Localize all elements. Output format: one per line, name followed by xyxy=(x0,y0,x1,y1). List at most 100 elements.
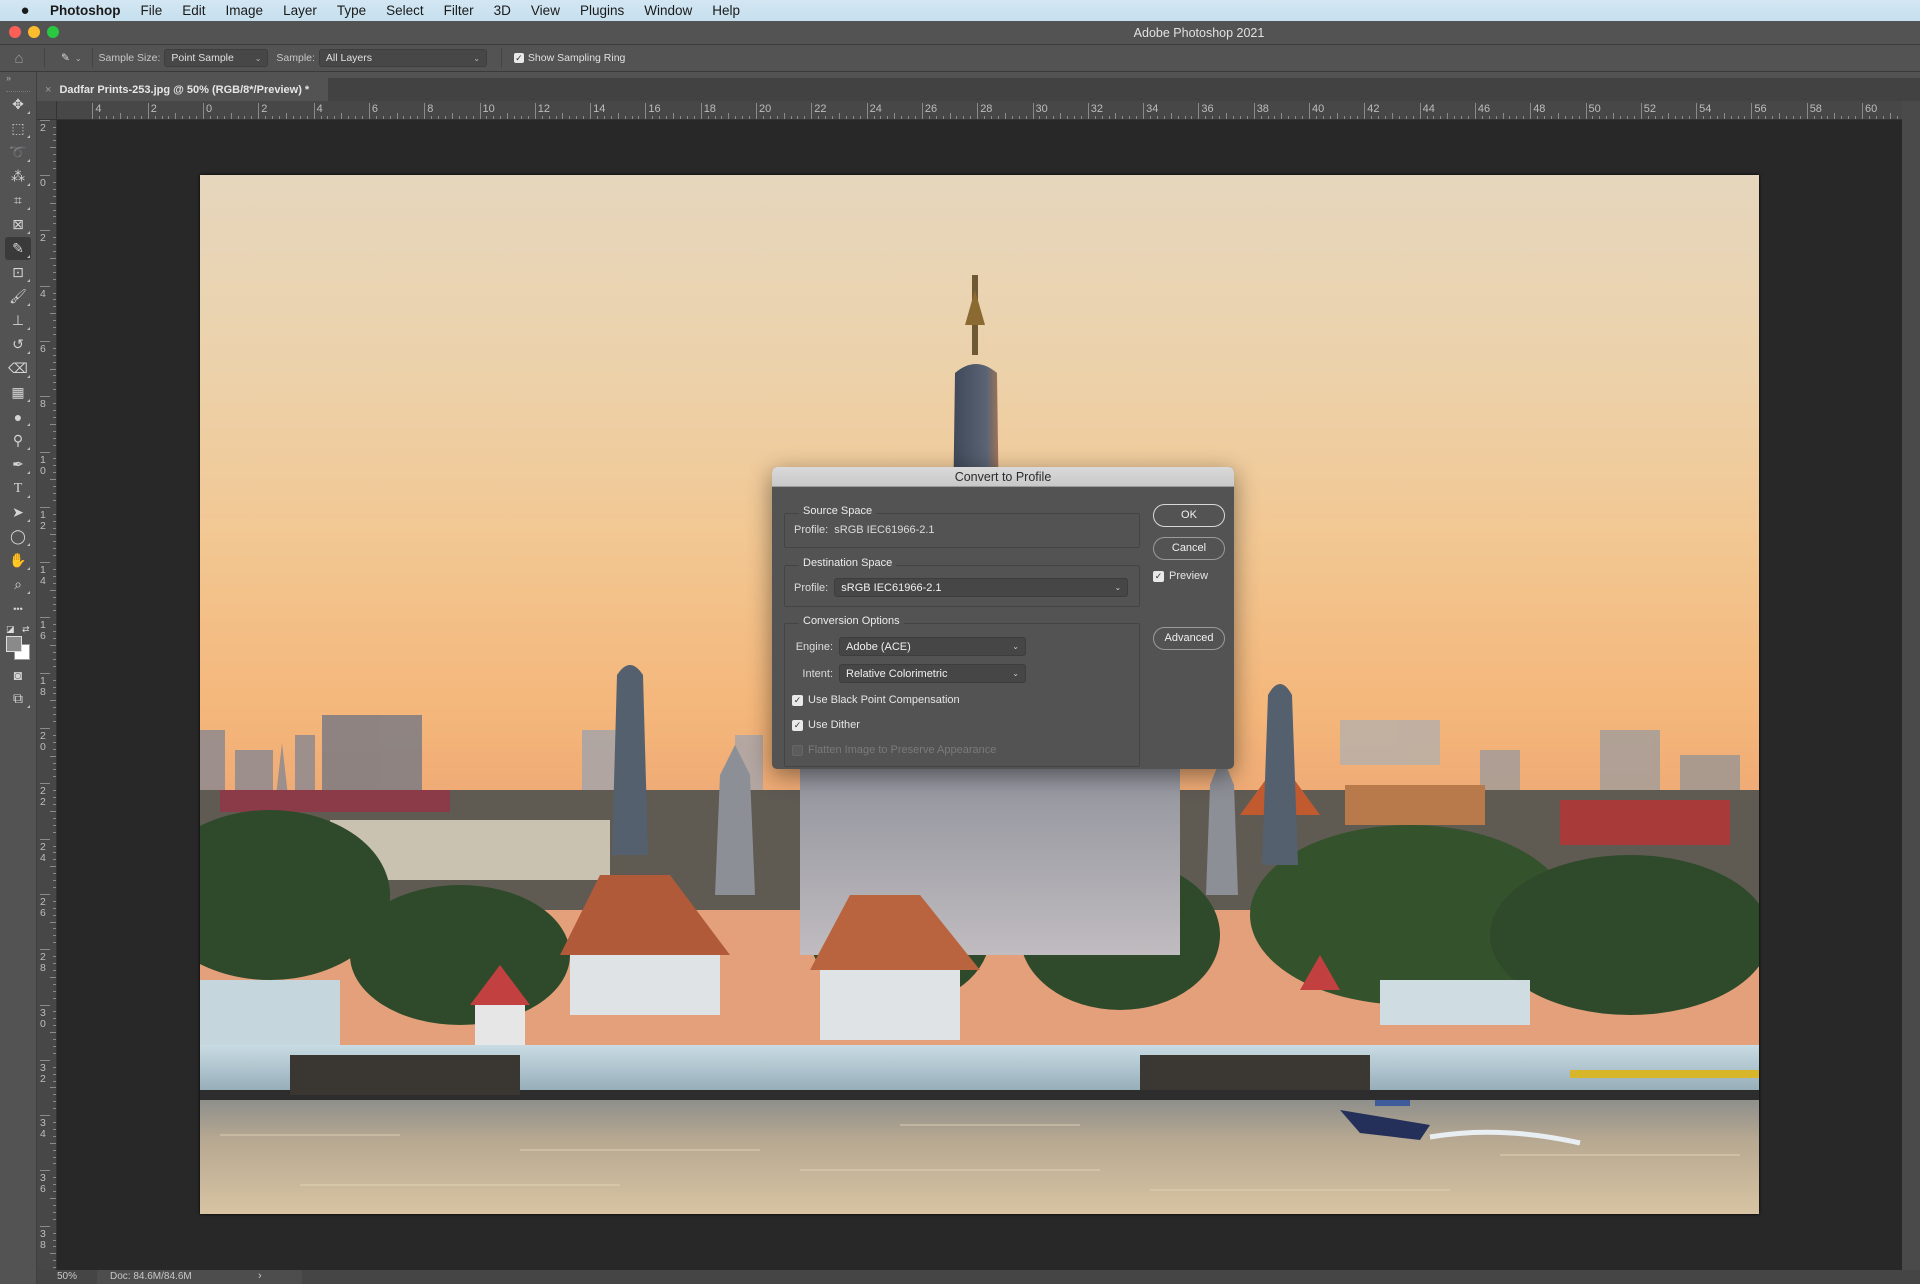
ruler-label: 22 xyxy=(40,783,50,808)
ruler-tick xyxy=(603,116,605,119)
history-brush-tool[interactable]: ↺ xyxy=(5,333,31,356)
magic-wand-tool[interactable]: ⁂ xyxy=(5,165,31,188)
advanced-button[interactable]: Advanced xyxy=(1153,627,1225,650)
blur-tool[interactable]: ● xyxy=(5,405,31,428)
move-tool[interactable]: ✥ xyxy=(5,93,31,116)
menu-help[interactable]: Help xyxy=(702,3,750,18)
default-colors-icon[interactable]: ◪ xyxy=(6,624,15,635)
ruler-tick xyxy=(53,1122,56,1123)
eraser-tool[interactable]: ⌫ xyxy=(5,357,31,380)
ok-button[interactable]: OK xyxy=(1153,504,1225,527)
ruler-tick xyxy=(53,769,56,771)
spot-healing-tool[interactable]: ⊡ xyxy=(5,261,31,284)
ruler-tick xyxy=(53,790,56,792)
ruler-tick xyxy=(209,116,211,119)
ruler-tick xyxy=(292,116,294,119)
apple-menu-icon[interactable]: ● xyxy=(0,2,50,19)
rectangular-marquee-tool[interactable]: ⬚ xyxy=(5,117,31,140)
engine-select[interactable]: Adobe (ACE) ⌄ xyxy=(839,637,1026,656)
ruler-origin[interactable] xyxy=(37,101,57,120)
ruler-tick xyxy=(790,116,792,119)
home-icon[interactable]: ⌂ xyxy=(0,50,38,67)
ruler-tick xyxy=(53,596,56,598)
menu-filter[interactable]: Filter xyxy=(434,3,484,18)
ruler-tick xyxy=(223,116,225,119)
document-tab[interactable]: × Dadfar Prints-253.jpg @ 50% (RGB/8*/Pr… xyxy=(37,78,328,101)
ruler-label: 30 xyxy=(40,1004,50,1030)
ruler-tick xyxy=(133,116,135,119)
zoom-level[interactable]: 50% xyxy=(57,1271,77,1282)
destination-profile-select[interactable]: sRGB IEC61966-2.1 ⌄ xyxy=(834,578,1129,597)
menu-layer[interactable]: Layer xyxy=(273,3,327,18)
horizontal-ruler[interactable]: 4 2 0 2 4 6 8 10 12 14 16 18 20 22 24 26 28 30 32 34 36 38 40 4… xyxy=(57,101,1902,120)
menu-image[interactable]: Image xyxy=(216,3,274,18)
gradient-tool[interactable]: ▦ xyxy=(5,381,31,404)
menu-select[interactable]: Select xyxy=(376,3,434,18)
chevron-down-icon: ⌄ xyxy=(1012,669,1019,678)
menu-app-photoshop[interactable]: Photoshop xyxy=(50,3,131,18)
pen-tool[interactable]: ✒ xyxy=(5,453,31,476)
type-tool[interactable]: T xyxy=(5,477,31,500)
brush-tool[interactable]: 🖌 xyxy=(5,285,31,308)
sample-size-select[interactable]: Point Sample ⌄ xyxy=(164,49,269,67)
crop-tool[interactable]: ⌗ xyxy=(5,189,31,212)
ruler-tick xyxy=(617,113,619,119)
foreground-color-swatch[interactable] xyxy=(6,636,22,652)
ruler-tick xyxy=(53,216,56,218)
frame-tool[interactable]: ⊠ xyxy=(5,213,31,236)
ruler-tick xyxy=(53,721,56,723)
ruler-tick xyxy=(50,368,56,370)
cancel-button[interactable]: Cancel xyxy=(1153,537,1225,560)
black-point-compensation-checkbox[interactable]: ✓ Use Black Point Compensation xyxy=(792,694,960,706)
preview-checkbox[interactable]: ✓ Preview xyxy=(1153,570,1208,582)
collapse-panel-icon[interactable]: » xyxy=(0,72,36,84)
dialog-title: Convert to Profile xyxy=(772,467,1234,487)
clone-stamp-tool[interactable]: ⊥ xyxy=(5,309,31,332)
panel-grip[interactable] xyxy=(6,84,30,92)
edit-toolbar[interactable]: ••• xyxy=(5,597,31,620)
vertical-ruler[interactable]: 202468101214161820222426283032343638 xyxy=(37,101,57,1270)
menu-view[interactable]: View xyxy=(521,3,570,18)
ruler-tick xyxy=(53,928,56,930)
ruler-tick xyxy=(53,223,56,225)
tool-preset-picker[interactable]: ✎ ⌄ xyxy=(51,52,86,64)
ruler-tick xyxy=(686,116,688,119)
quick-mask-button[interactable]: ◙ xyxy=(5,663,31,686)
ellipse-tool[interactable]: ◯ xyxy=(5,525,31,548)
hand-tool[interactable]: ✋ xyxy=(5,549,31,572)
ruler-tick xyxy=(53,486,56,488)
sample-select[interactable]: All Layers ⌄ xyxy=(318,49,487,67)
show-sampling-ring-checkbox[interactable]: ✓ Show Sampling Ring xyxy=(513,52,625,64)
menu-3d[interactable]: 3D xyxy=(484,3,521,18)
menu-window[interactable]: Window xyxy=(634,3,702,18)
ruler-tick xyxy=(1633,116,1635,119)
zoom-tool[interactable]: ⌕ xyxy=(5,573,31,596)
ruler-tick xyxy=(638,116,640,119)
ruler-label: 18 xyxy=(40,672,50,698)
ruler-tick xyxy=(53,983,56,985)
frame-icon: ⊠ xyxy=(12,216,24,232)
menu-type[interactable]: Type xyxy=(327,3,376,18)
flatten-image-checkbox[interactable]: ✓ Flatten Image to Preserve Appearance xyxy=(792,744,996,756)
swap-colors-icon[interactable]: ⇄ xyxy=(22,624,30,635)
eyedropper-tool[interactable]: ✎ xyxy=(5,237,31,260)
document-tab-title: Dadfar Prints-253.jpg @ 50% (RGB/8*/Prev… xyxy=(59,83,310,96)
lasso-tool[interactable]: ➰ xyxy=(5,141,31,164)
path-selection-tool[interactable]: ➤ xyxy=(5,501,31,524)
status-menu-arrow-icon[interactable]: › xyxy=(258,1270,262,1282)
brush-icon: 🖌 xyxy=(9,288,27,304)
use-dither-checkbox[interactable]: ✓ Use Dither xyxy=(792,719,860,731)
ruler-tick xyxy=(53,569,56,570)
ruler-tick xyxy=(562,113,564,119)
menu-file[interactable]: File xyxy=(131,3,173,18)
menu-plugins[interactable]: Plugins xyxy=(570,3,634,18)
quick-mask-icon: ◙ xyxy=(13,666,23,683)
ruler-tick xyxy=(818,116,820,119)
screen-mode-button[interactable]: ⧉ xyxy=(5,687,31,710)
dodge-tool[interactable]: ⚲ xyxy=(5,429,31,452)
intent-select[interactable]: Relative Colorimetric ⌄ xyxy=(839,664,1026,683)
vertical-scrollbar[interactable] xyxy=(1902,101,1920,1270)
close-tab-icon[interactable]: × xyxy=(37,84,59,96)
ruler-tick xyxy=(53,631,56,633)
menu-edit[interactable]: Edit xyxy=(172,3,215,18)
